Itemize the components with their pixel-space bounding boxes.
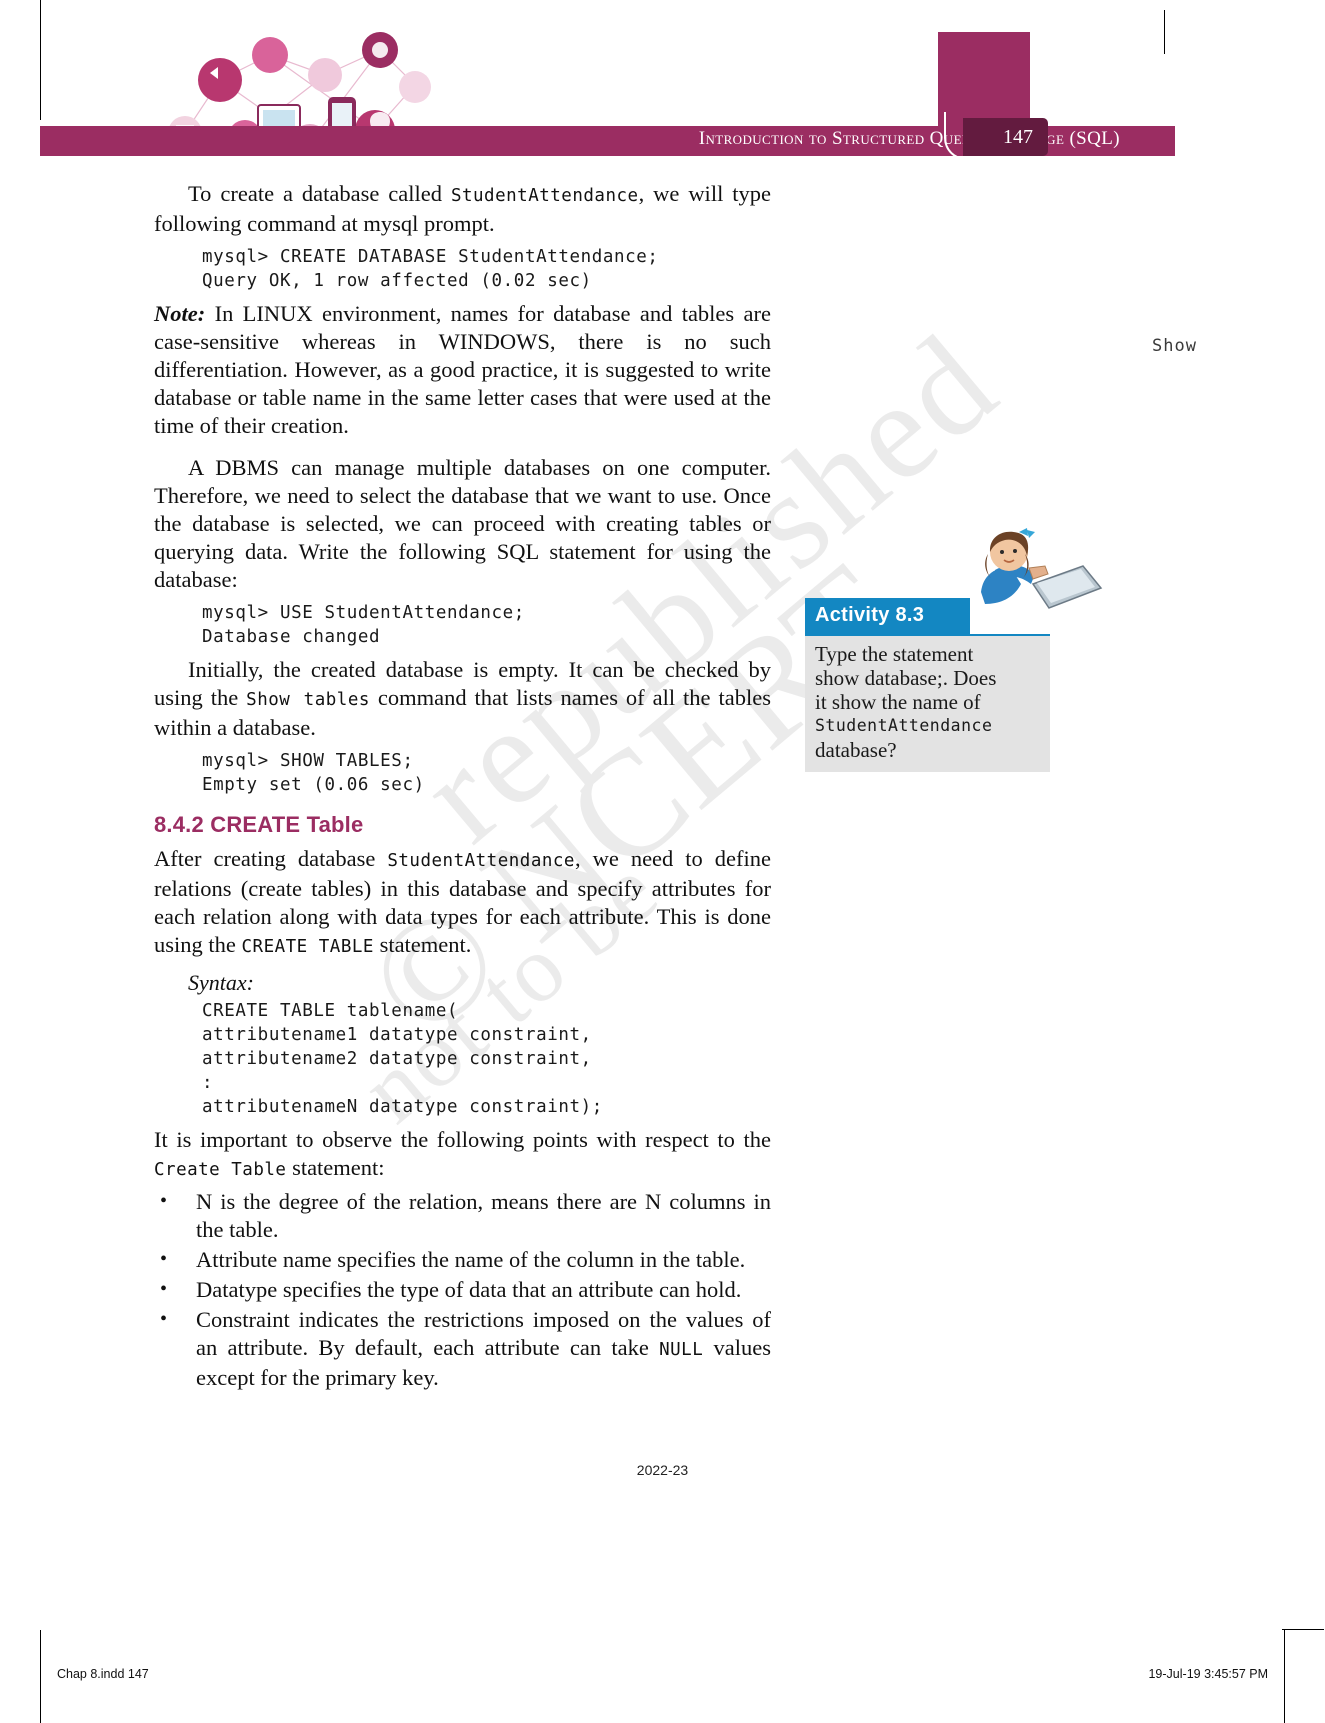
code-block-use-database: mysql> USE StudentAttendance; Database c… bbox=[202, 603, 525, 647]
paragraph-create-table-intro: After creating database StudentAttendanc… bbox=[154, 845, 771, 961]
para3-code: Show tables bbox=[246, 690, 370, 710]
crop-mark-top-right bbox=[1164, 10, 1165, 54]
margin-note: Show bbox=[1152, 336, 1197, 356]
bullet-icon: • bbox=[160, 1308, 168, 1330]
activity-line-1: Type the statement bbox=[815, 642, 974, 666]
bullet-icon: • bbox=[160, 1248, 168, 1270]
crop-mark-left bbox=[40, 0, 41, 120]
para1-code: StudentAttendance bbox=[450, 186, 639, 206]
activity-line-5: database? bbox=[815, 738, 897, 762]
code-block-create-database: mysql> CREATE DATABASE StudentAttendance… bbox=[202, 247, 659, 291]
para4-code1: StudentAttendance bbox=[387, 851, 575, 871]
print-timestamp: 19-Jul-19 3:45:57 PM bbox=[1148, 1667, 1268, 1681]
chapter-header-title: Introduction to Structured Query Languag… bbox=[698, 128, 1120, 149]
crop-mark-bottom-right bbox=[1282, 1629, 1324, 1630]
list-item: • N is the degree of the relation, means … bbox=[154, 1188, 771, 1244]
activity-box: Activity 8.3 Type the statement show dat… bbox=[805, 528, 1103, 772]
bullet-text: Attribute name specifies the name of the… bbox=[196, 1247, 746, 1272]
activity-body: Type the statement show database;. Does … bbox=[805, 634, 1050, 772]
bullet-icon: • bbox=[160, 1190, 168, 1212]
list-item: • Datatype specifies the type of data tha… bbox=[154, 1276, 771, 1304]
section-heading-create-table: 8.4.2 CREATE Table bbox=[154, 812, 364, 837]
textbook-page: Introduction to Structured Query Languag… bbox=[0, 0, 1325, 1723]
note-text: In LINUX environment, names for database… bbox=[154, 301, 771, 438]
edition-year: 2022-23 bbox=[636, 1462, 689, 1478]
code-block-show-tables: mysql> SHOW TABLES; Empty set (0.06 sec) bbox=[202, 751, 425, 795]
main-text-column: To create a database called StudentAtten… bbox=[154, 180, 771, 1394]
note-paragraph: Note: In LINUX environment, names for da… bbox=[154, 300, 771, 440]
bullet-icon: • bbox=[160, 1278, 168, 1300]
print-file-label: Chap 8.indd 147 bbox=[57, 1667, 149, 1681]
footer-rule-left bbox=[40, 1630, 41, 1723]
girl-with-laptop-illustration bbox=[975, 526, 1105, 636]
list-item: • Constraint indicates the restrictions i… bbox=[154, 1306, 771, 1392]
page-number: 147 bbox=[1003, 126, 1033, 148]
bullet-list-create-table-points: • N is the degree of the relation, means … bbox=[154, 1188, 771, 1392]
activity-line-4-code: StudentAttendance bbox=[815, 716, 993, 735]
para5-code: Create Table bbox=[154, 1160, 287, 1180]
note-label: Note: bbox=[154, 301, 206, 326]
list-item: • Attribute name specifies the name of th… bbox=[154, 1246, 771, 1274]
para1-before: To create a database called bbox=[188, 181, 451, 206]
code-block-create-table-syntax: CREATE TABLE tablename( attributename1 d… bbox=[202, 1001, 603, 1117]
activity-title: Activity 8.3 bbox=[805, 598, 970, 634]
paragraph-create-database: To create a database called StudentAtten… bbox=[154, 180, 771, 238]
para4-code2: CREATE TABLE bbox=[241, 937, 374, 957]
footer-rule-right bbox=[1284, 1630, 1285, 1723]
bullet-text: Datatype specifies the type of data that… bbox=[196, 1277, 742, 1302]
paragraph-dbms-multiple-databases: A DBMS can manage multiple databases on … bbox=[154, 455, 771, 592]
paragraph-show-tables: Initially, the created database is empty… bbox=[154, 656, 771, 742]
activity-line-2: show database;. Does bbox=[815, 666, 997, 690]
para4-after: statement. bbox=[373, 932, 472, 957]
bullet-text: N is the degree of the relation, means t… bbox=[196, 1189, 771, 1242]
para4-before: After creating database bbox=[154, 846, 388, 871]
syntax-label: Syntax: bbox=[188, 970, 254, 995]
paragraph-observe-points: It is important to observe the following… bbox=[154, 1126, 771, 1184]
para5-after: statement: bbox=[286, 1155, 385, 1180]
bullet-text-code: NULL bbox=[659, 1340, 704, 1360]
activity-line-3: it show the name of bbox=[815, 690, 981, 714]
para5-before: It is important to observe the following… bbox=[154, 1127, 771, 1152]
